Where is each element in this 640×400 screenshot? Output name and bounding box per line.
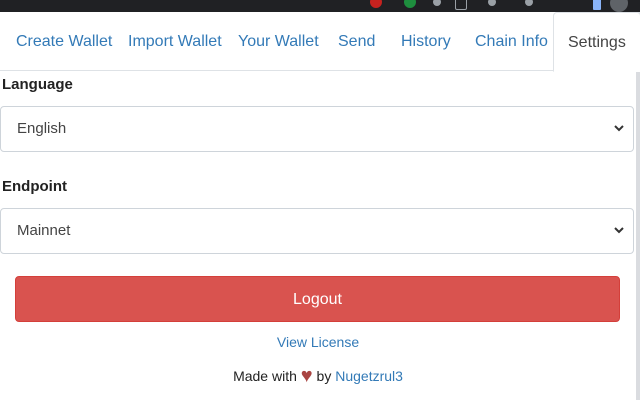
logout-button[interactable]: Logout — [15, 276, 620, 322]
tab-settings[interactable]: Settings — [553, 12, 640, 72]
extension-icon[interactable] — [370, 0, 382, 8]
extension-icon[interactable] — [404, 0, 416, 8]
chevron-down-icon — [614, 227, 624, 234]
wallet-popup: Create Wallet Import Wallet Your Wallet … — [0, 12, 640, 400]
made-with-text: Made with — [233, 368, 297, 384]
tab-send[interactable]: Send — [338, 12, 375, 70]
profile-avatar[interactable] — [610, 0, 628, 12]
language-select-value: English — [17, 120, 67, 137]
extension-icon[interactable] — [433, 0, 441, 6]
endpoint-label: Endpoint — [2, 178, 67, 195]
browser-toolbar — [0, 0, 640, 12]
view-license-link[interactable]: View License — [0, 334, 636, 350]
endpoint-select-value: Mainnet — [17, 222, 71, 239]
extension-icon[interactable] — [488, 0, 496, 6]
by-text: by — [316, 368, 332, 384]
language-select[interactable]: English — [0, 106, 634, 152]
tab-your-wallet[interactable]: Your Wallet — [238, 12, 319, 70]
endpoint-select[interactable]: Mainnet — [0, 208, 634, 254]
extension-icon[interactable] — [455, 0, 467, 10]
author-link[interactable]: Nugetzrul3 — [335, 368, 403, 384]
extension-icon[interactable] — [593, 0, 601, 10]
tab-bar: Create Wallet Import Wallet Your Wallet … — [0, 12, 640, 72]
footer-credit: Made with ♥ by Nugetzrul3 — [0, 364, 636, 387]
language-label: Language — [2, 76, 73, 93]
tab-import-wallet[interactable]: Import Wallet — [128, 12, 222, 70]
tab-chain-info[interactable]: Chain Info — [475, 12, 548, 70]
chevron-down-icon — [614, 125, 624, 132]
heart-icon: ♥ — [300, 365, 313, 387]
tab-create-wallet[interactable]: Create Wallet — [16, 12, 112, 70]
extension-icon[interactable] — [525, 0, 533, 6]
tab-history[interactable]: History — [401, 12, 451, 70]
